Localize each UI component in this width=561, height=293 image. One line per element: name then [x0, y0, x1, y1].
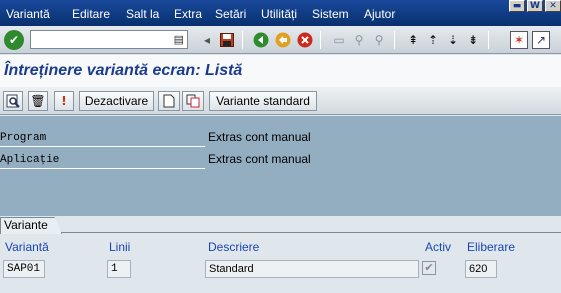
variants-tab-area: Variante Variantă Linii Descriere Activ … — [0, 216, 561, 293]
command-input[interactable] — [31, 31, 167, 48]
menu-editare[interactable]: Editare — [72, 7, 110, 21]
exit-icon[interactable] — [274, 31, 292, 49]
first-page-icon[interactable]: ⇞ — [404, 31, 422, 49]
info-icon[interactable]: ! — [54, 91, 74, 111]
column-header-varianta: Variantă — [5, 240, 49, 254]
command-field[interactable]: ▤ — [30, 30, 188, 49]
command-history-icon[interactable]: ▤ — [174, 33, 184, 46]
column-header-activ: Activ — [425, 240, 452, 254]
cancel-icon[interactable] — [296, 31, 314, 49]
word-icon[interactable]: W — [527, 0, 543, 12]
page-title: Întreținere variantă ecran: Listă — [4, 62, 243, 79]
enter-icon[interactable]: ✔ — [4, 30, 24, 50]
active-checkbox[interactable]: ✔ — [422, 261, 436, 275]
find-next-icon[interactable]: ⚲ — [370, 31, 388, 49]
description-cell[interactable]: Standard — [205, 260, 419, 278]
menu-extra[interactable]: Extra — [174, 7, 202, 21]
menu-bar: Variantă Editare Salt la Extra Setări Ut… — [0, 0, 561, 26]
collapse-arrow-icon[interactable]: ◂ — [198, 31, 216, 49]
title-bar: Întreținere variantă ecran: Listă — [0, 55, 561, 87]
find-icon[interactable]: ⚲ — [350, 31, 368, 49]
column-header-eliberare: Eliberare — [467, 240, 516, 254]
minimize-icon[interactable]: ▬ — [509, 0, 525, 12]
create-session-icon[interactable]: ✶ — [510, 31, 528, 49]
display-details-icon[interactable] — [3, 91, 23, 111]
standard-toolbar: ✔ ▤ ◂ ▭ ⚲ ⚲ ⇞ ⇡ ⇣ ⇟ ✶ ↗ — [0, 26, 561, 54]
release-cell[interactable]: 620 — [465, 260, 497, 278]
variant-cell[interactable]: SAP01 — [3, 260, 45, 278]
tab-variante[interactable]: Variante — [0, 217, 62, 234]
save-icon[interactable] — [218, 31, 236, 49]
print-icon[interactable]: ▭ — [330, 31, 348, 49]
toolbar-separator — [242, 31, 243, 49]
header-area: Program Extras cont manual Aplicație Ext… — [0, 116, 561, 216]
toolbar-separator — [320, 31, 321, 49]
shortcut-icon[interactable]: ↗ — [532, 31, 550, 49]
deactivate-button[interactable]: Dezactivare — [79, 91, 154, 111]
tab-strip: Variante — [0, 216, 561, 234]
copy-icon[interactable] — [182, 91, 204, 111]
application-label: Aplicație — [0, 151, 205, 169]
menu-sistem[interactable]: Sistem — [312, 7, 349, 21]
standard-variants-button[interactable]: Variante standard — [209, 91, 317, 111]
column-header-descriere: Descriere — [208, 240, 260, 254]
menu-ajutor[interactable]: Ajutor — [364, 7, 395, 21]
menu-setari[interactable]: Setări — [215, 7, 246, 21]
next-page-icon[interactable]: ⇣ — [444, 31, 462, 49]
application-value: Extras cont manual — [208, 152, 311, 166]
new-document-icon[interactable] — [158, 91, 180, 111]
back-icon[interactable] — [252, 31, 270, 49]
toolbar-separator — [394, 31, 395, 49]
delete-icon[interactable]: 🗑 — [28, 91, 48, 111]
menu-utilitati[interactable]: Utilități — [261, 7, 297, 21]
program-value: Extras cont manual — [208, 130, 311, 144]
menu-varianta[interactable]: Variantă — [6, 7, 50, 21]
last-page-icon[interactable]: ⇟ — [464, 31, 482, 49]
window-controls: ▬ W ✕ — [507, 0, 561, 12]
column-header-linii: Linii — [109, 240, 131, 254]
lines-cell[interactable]: 1 — [107, 260, 131, 278]
menu-salt-la[interactable]: Salt la — [126, 7, 159, 21]
close-window-icon[interactable]: ✕ — [545, 0, 561, 12]
application-toolbar: 🗑 ! Dezactivare Variante standard — [0, 87, 561, 115]
toolbar-separator — [488, 31, 489, 49]
program-label: Program — [0, 129, 205, 147]
prev-page-icon[interactable]: ⇡ — [424, 31, 442, 49]
